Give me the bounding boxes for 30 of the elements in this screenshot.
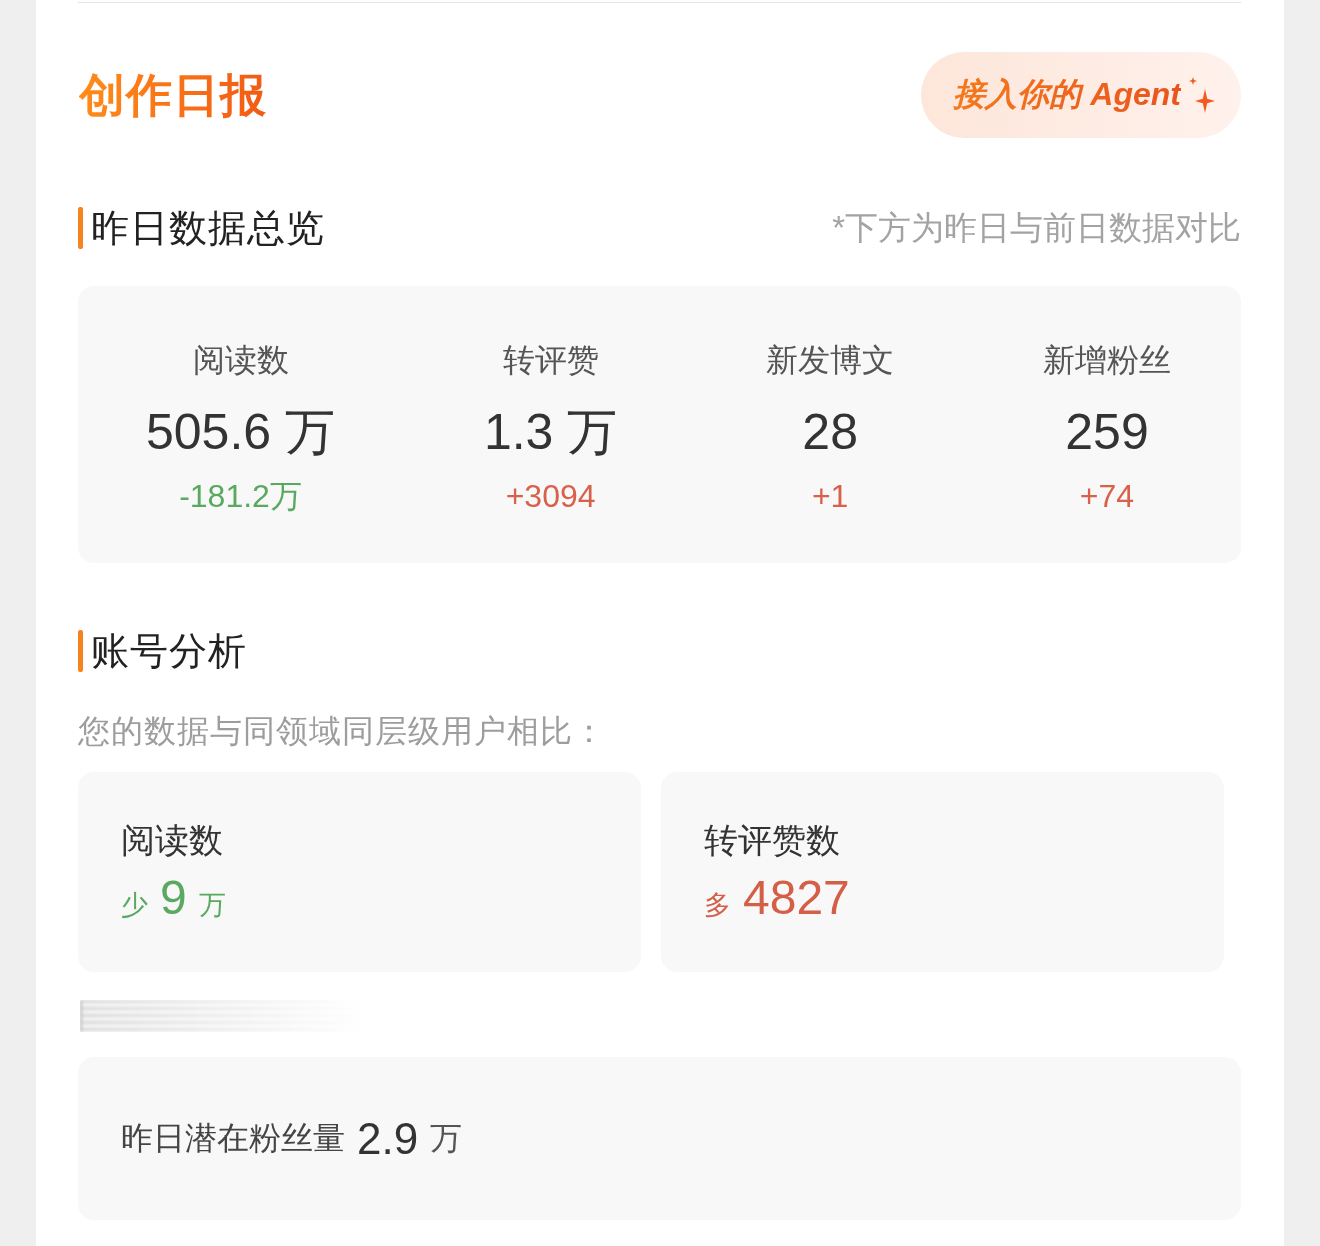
stat-change: +3094 xyxy=(505,477,596,516)
stat-change: +1 xyxy=(811,477,849,516)
section-title: 账号分析 xyxy=(91,630,247,672)
unit-text: 万 xyxy=(430,1118,463,1158)
direction-text: 少 xyxy=(121,889,148,922)
comparison-subtitle: 您的数据与同领域同层级用户相比： xyxy=(78,712,607,751)
comparison-value: 9 xyxy=(160,870,187,926)
stat-change: +74 xyxy=(1079,477,1135,516)
stat-label: 转评赞 xyxy=(502,341,599,380)
direction-text: 多 xyxy=(704,889,731,922)
fans-label: 昨日潜在粉丝量 xyxy=(121,1118,345,1158)
stat-change: -181.2万 xyxy=(179,477,302,516)
stat-label: 新增粉丝 xyxy=(1043,341,1171,380)
stat-label: 新发博文 xyxy=(766,341,895,380)
unit-text: 万 xyxy=(198,889,226,922)
fans-value: 2.9 xyxy=(357,1113,419,1164)
stat-value: 1.3 万 xyxy=(483,404,618,460)
stat-value: 28 xyxy=(802,404,858,460)
comparison-label: 转评赞数 xyxy=(704,820,841,861)
stat-value: 259 xyxy=(1065,404,1149,460)
section-title: 昨日数据总览 xyxy=(91,207,325,249)
comparison-note: *下方为昨日与前日数据对比 xyxy=(832,208,1241,248)
section-marker xyxy=(78,630,83,672)
stat-label: 阅读数 xyxy=(192,341,289,380)
section-marker xyxy=(78,207,83,249)
comparison-value: 4827 xyxy=(743,870,850,926)
comparison-label: 阅读数 xyxy=(121,820,224,861)
agent-button[interactable]: 接入你的 Agent xyxy=(921,52,1241,138)
sparkle-icon xyxy=(1189,77,1215,113)
stat-value: 505.6 万 xyxy=(146,404,335,460)
